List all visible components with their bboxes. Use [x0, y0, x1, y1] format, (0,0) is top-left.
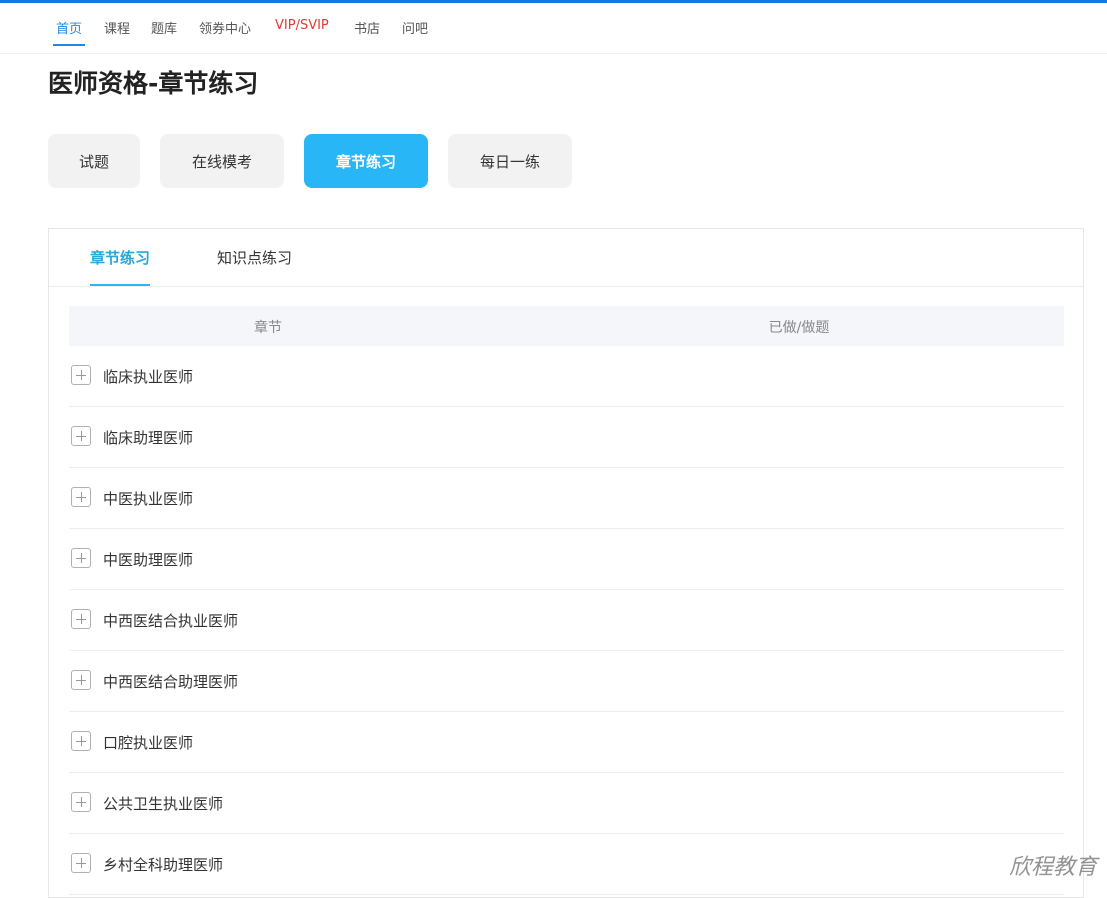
- expand-plus-icon[interactable]: [71, 670, 91, 690]
- nav-ask[interactable]: 问吧: [402, 18, 428, 37]
- chapter-label: 乡村全科助理医师: [103, 854, 223, 875]
- column-header-progress: 已做/做题: [749, 317, 849, 337]
- expand-plus-icon[interactable]: [71, 426, 91, 446]
- nav-question-bank[interactable]: 题库: [151, 18, 177, 37]
- expand-plus-icon[interactable]: [71, 487, 91, 507]
- chapter-label: 中西医结合助理医师: [103, 671, 238, 692]
- nav-coupon-center[interactable]: 领券中心: [199, 18, 251, 37]
- expand-plus-icon[interactable]: [71, 853, 91, 873]
- chapter-row[interactable]: 中西医结合执业医师: [69, 590, 1064, 651]
- column-header-chapter: 章节: [69, 317, 467, 337]
- practice-panel: 章节练习 知识点练习 章节 已做/做题 临床执业医师 临床助理医师 中医执业医师…: [48, 228, 1084, 898]
- expand-plus-icon[interactable]: [71, 609, 91, 629]
- chapter-label: 中西医结合执业医师: [103, 610, 238, 631]
- chapter-label: 中医助理医师: [103, 549, 193, 570]
- mode-questions-button[interactable]: 试题: [48, 134, 140, 188]
- chapter-row[interactable]: 临床执业医师: [69, 346, 1064, 407]
- chapter-label: 临床助理医师: [103, 427, 193, 448]
- nav-home[interactable]: 首页: [56, 18, 82, 37]
- tab-chapter-practice[interactable]: 章节练习: [90, 247, 150, 268]
- chapter-row[interactable]: 中医执业医师: [69, 468, 1064, 529]
- chapter-label: 临床执业医师: [103, 366, 193, 387]
- chapter-label: 中医执业医师: [103, 488, 193, 509]
- tab-knowledge-point-practice[interactable]: 知识点练习: [217, 247, 292, 268]
- expand-plus-icon[interactable]: [71, 548, 91, 568]
- expand-plus-icon[interactable]: [71, 731, 91, 751]
- mode-chapter-practice-button[interactable]: 章节练习: [304, 134, 428, 188]
- nav-bookstore[interactable]: 书店: [354, 18, 380, 37]
- chapter-label: 公共卫生执业医师: [103, 793, 223, 814]
- mode-daily-practice-button[interactable]: 每日一练: [448, 134, 572, 188]
- nav-courses[interactable]: 课程: [104, 18, 130, 37]
- chapter-row[interactable]: 中医助理医师: [69, 529, 1064, 590]
- chapter-list: 临床执业医师 临床助理医师 中医执业医师 中医助理医师 中西医结合执业医师 中西…: [69, 346, 1064, 895]
- subtab-bar: 章节练习 知识点练习: [49, 229, 1083, 287]
- expand-plus-icon[interactable]: [71, 365, 91, 385]
- nav-vip[interactable]: VIP/SVIP: [275, 18, 329, 33]
- chapter-label: 口腔执业医师: [103, 732, 193, 753]
- table-header: 章节 已做/做题: [69, 306, 1064, 346]
- chapter-row[interactable]: 乡村全科助理医师: [69, 834, 1064, 895]
- expand-plus-icon[interactable]: [71, 792, 91, 812]
- chapter-row[interactable]: 临床助理医师: [69, 407, 1064, 468]
- chapter-row[interactable]: 口腔执业医师: [69, 712, 1064, 773]
- watermark: 欣程教育: [1009, 849, 1097, 881]
- page-title: 医师资格-章节练习: [48, 64, 258, 100]
- chapter-row[interactable]: 中西医结合助理医师: [69, 651, 1064, 712]
- mode-mock-exam-button[interactable]: 在线模考: [160, 134, 284, 188]
- chapter-row[interactable]: 公共卫生执业医师: [69, 773, 1064, 834]
- top-navigation: 首页 课程 题库 领券中心 VIP/SVIP 书店 问吧: [0, 3, 1107, 54]
